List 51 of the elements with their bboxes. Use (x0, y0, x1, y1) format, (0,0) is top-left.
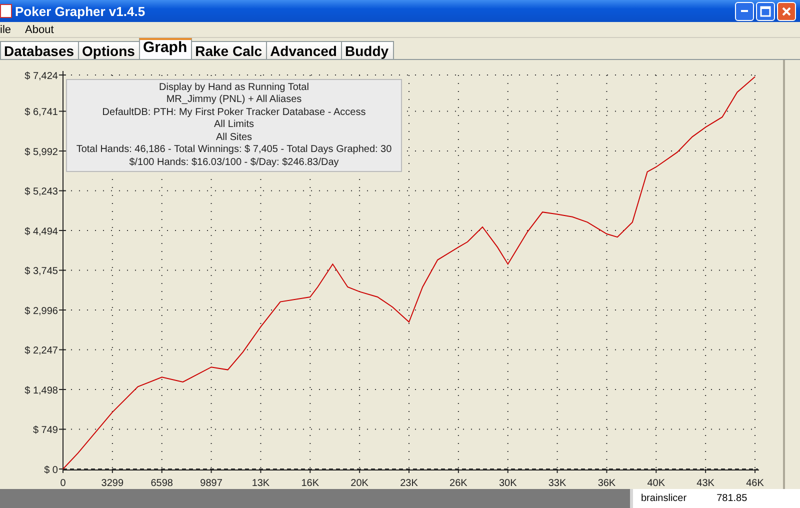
x-axis-label: 40K (647, 478, 666, 489)
y-axis-label: $ 5,992 (24, 147, 58, 158)
x-axis-label: 0 (60, 478, 66, 489)
tab[interactable]: Rake Calc (191, 41, 268, 59)
y-axis-label: $ 0 (44, 465, 58, 476)
x-axis-label: 30K (498, 478, 517, 489)
y-axis-label: $ 3,745 (24, 266, 58, 278)
app-icon (0, 4, 12, 18)
y-axis-label: $ 2,996 (24, 306, 58, 317)
info-text: MR_Jimmy (PNL) + All Aliases (166, 94, 302, 107)
y-axis-label: $ 749 (32, 425, 58, 436)
y-axis-label: $ 4,494 (24, 226, 58, 238)
tab[interactable]: Options (78, 41, 140, 59)
x-axis-label: 23K (400, 478, 418, 489)
maximize-icon (760, 6, 771, 16)
y-axis-label: $ 7,424 (24, 71, 58, 82)
x-axis-label: 20K (350, 478, 368, 489)
maximize-button[interactable] (756, 2, 775, 20)
info-text: Total Hands: 46,186 - Total Winnings: $ 7,405 - Total Days Graphed: 30 (76, 144, 392, 157)
tab[interactable]: Buddy (340, 41, 394, 59)
x-axis-label: 43K (696, 478, 714, 489)
minimize-button[interactable] (735, 2, 754, 20)
y-axis-label: $ 5,243 (24, 186, 58, 198)
y-axis-label: $ 2,247 (24, 346, 58, 357)
player-amount: 781.85 (716, 493, 748, 505)
x-axis-label: 16K (301, 478, 320, 489)
info-text: Display by Hand as Running Total (159, 82, 309, 94)
x-axis-label: 33K (548, 478, 566, 489)
close-icon (781, 6, 792, 16)
info-text: All Limits (214, 119, 254, 132)
close-button[interactable] (777, 2, 796, 20)
menu-item[interactable]: ile (0, 24, 12, 36)
y-axis-label: $ 1,498 (24, 386, 58, 396)
info-text: All Sites (216, 132, 252, 144)
info-text: DefaultDB: PTH: My First Poker Tracker Database - Access (102, 106, 366, 120)
info-text: $/100 Hands: $16.03/100 - $/Day: $246.83/Day (129, 156, 339, 170)
player-name: brainslicer (641, 493, 687, 505)
minimize-icon (741, 10, 748, 12)
window-title: Poker Grapher v1.4.5 (15, 4, 146, 18)
x-axis-label: 26K (450, 478, 468, 489)
tab[interactable]: Advanced (266, 41, 342, 59)
y-axis-label: $ 6,741 (24, 107, 58, 118)
x-axis-label: 3299 (101, 478, 124, 489)
x-axis-label: 46K (746, 478, 764, 489)
x-axis-label: 36K (598, 478, 616, 489)
menu-item[interactable]: About (25, 24, 54, 36)
x-axis-label: 6598 (150, 478, 173, 489)
tab[interactable]: Graph (138, 38, 192, 59)
x-axis-label: 13K (252, 478, 270, 489)
tab[interactable]: Databases (0, 41, 80, 59)
x-axis-label: 9897 (200, 478, 222, 489)
